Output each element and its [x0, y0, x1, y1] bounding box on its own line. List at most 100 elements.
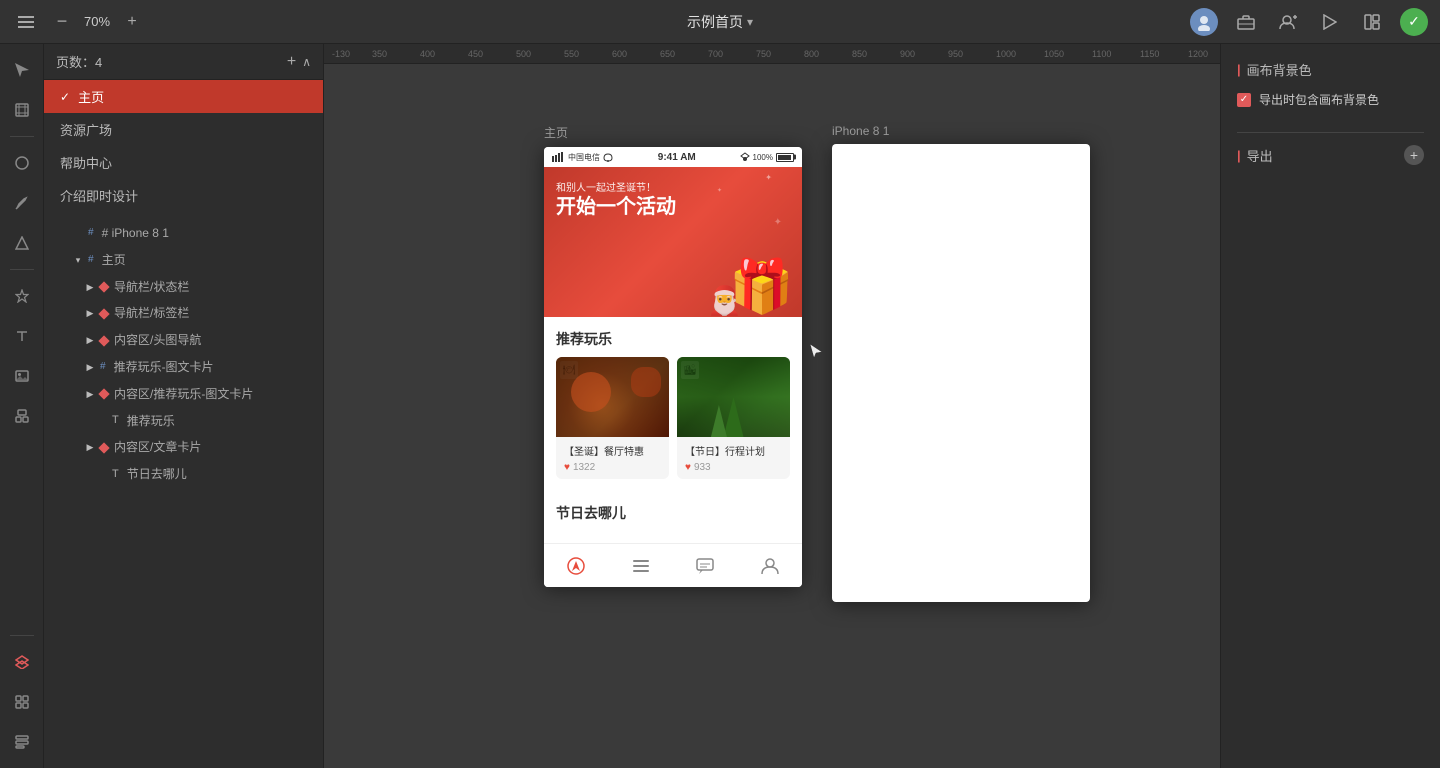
check-button[interactable]: ✓	[1400, 8, 1428, 36]
canvas-bg-section-label: 画布背景色	[1237, 60, 1424, 79]
zoom-value: 70%	[84, 14, 110, 29]
canvas-content: 主页 中国电信 9:41 AM 100%	[324, 64, 1220, 768]
phone-body: 推荐玩乐 🍽	[544, 317, 802, 587]
tool-separator-3	[10, 635, 34, 636]
layer-text-recommend[interactable]: T 推荐玩乐	[44, 408, 323, 435]
layout-icon[interactable]	[1358, 8, 1386, 36]
top-bar: − 70% + 示例首页 ▾ ✓	[0, 0, 1440, 44]
status-bar-left: 中国电信	[552, 152, 614, 163]
iphone-frame-container: iPhone 8 1	[832, 124, 1090, 602]
layer-main-label: 主页	[102, 252, 126, 269]
layer-main-frame[interactable]: ▾ # 主页	[44, 247, 323, 274]
hero-title: 开始一个活动	[556, 195, 676, 219]
export-row: 导出 +	[1237, 145, 1424, 165]
nav-icon-chat[interactable]	[695, 556, 715, 576]
page-resource-label: 资源广场	[60, 120, 112, 139]
layer-iphone-label: # iPhone 8 1	[102, 225, 169, 242]
bottom-nav	[544, 543, 802, 587]
expand-nav-status: ▶	[84, 281, 96, 294]
layer-content-article[interactable]: ▶ 内容区/文章卡片	[44, 434, 323, 461]
nav-icon-profile[interactable]	[760, 556, 780, 576]
right-panel: 画布背景色 ✓ 导出时包含画布背景色 导出 +	[1220, 44, 1440, 768]
panel-divider	[1237, 132, 1424, 133]
page-item-intro[interactable]: 介绍即时设计	[44, 179, 323, 212]
nav-icon-explore[interactable]	[566, 556, 586, 576]
top-bar-left: − 70% +	[0, 8, 158, 36]
title-dropdown-icon[interactable]: ▾	[747, 15, 753, 29]
add-person-icon[interactable]	[1274, 8, 1302, 36]
cursor	[810, 344, 824, 362]
section1-title: 推荐玩乐	[544, 317, 802, 357]
frame-type-icon-main: #	[88, 253, 94, 267]
layer-text-holiday-label: 节日去哪儿	[127, 466, 187, 483]
tool-assets[interactable]	[4, 684, 40, 720]
page-title: 示例首页 ▾	[687, 12, 753, 32]
expand-content-hero: ▶	[84, 334, 96, 347]
layers-header-actions: + ∧	[287, 53, 311, 71]
tool-ellipse[interactable]	[4, 145, 40, 181]
briefcase-icon[interactable]	[1232, 8, 1260, 36]
diamond-icon-2	[98, 308, 109, 319]
layer-text-holiday[interactable]: T 节日去哪儿	[44, 461, 323, 488]
tool-move[interactable]	[4, 52, 40, 88]
layer-content-cards-label: 推荐玩乐-图文卡片	[114, 359, 214, 376]
card-1[interactable]: 🍽 【圣诞】餐厅特惠 ♥	[556, 357, 669, 479]
page-intro-label: 介绍即时设计	[60, 186, 138, 205]
tool-triangle[interactable]	[4, 225, 40, 261]
collapse-pages-button[interactable]: ∧	[302, 55, 311, 69]
page-item-home[interactable]: ✓ 主页	[44, 80, 323, 113]
play-icon[interactable]	[1316, 8, 1344, 36]
diamond-icon	[98, 281, 109, 292]
layer-text-recommend-label: 推荐玩乐	[127, 413, 175, 430]
layer-content-cards[interactable]: ▶ # 推荐玩乐-图文卡片	[44, 354, 323, 381]
add-export-button[interactable]: +	[1404, 145, 1424, 165]
layer-nav-tab[interactable]: ▶ 导航栏/标签栏	[44, 300, 323, 327]
status-carrier: 中国电信	[568, 152, 600, 163]
layer-content-hero[interactable]: ▶ 内容区/头图导航	[44, 327, 323, 354]
page-item-help[interactable]: 帮助中心	[44, 146, 323, 179]
top-bar-center: 示例首页 ▾	[687, 12, 753, 32]
menu-icon[interactable]	[12, 8, 40, 36]
minus-button[interactable]: −	[48, 8, 76, 36]
card-2-likes: ♥ 933	[685, 462, 782, 473]
tool-component[interactable]	[4, 398, 40, 434]
main-area: 页数：4 + ∧ ✓ 主页 资源广场 帮助中心 介绍即时设计	[0, 44, 1440, 768]
expand-content-cards2: ▶	[84, 388, 96, 401]
expand-content-cards: ▶	[84, 361, 96, 374]
nav-icon-list[interactable]	[631, 556, 651, 576]
card-2-img: 🏙	[677, 357, 790, 437]
heart-icon-2: ♥	[685, 462, 691, 473]
export-checkbox-label: 导出时包含画布背景色	[1259, 91, 1379, 108]
tool-separator-2	[10, 269, 34, 270]
iphone-frame-label: iPhone 8 1	[832, 124, 1090, 138]
phone-main: 中国电信 9:41 AM 100%	[544, 147, 802, 587]
card-2-info: 【节日】行程计划 ♥ 933	[677, 437, 790, 479]
add-page-button[interactable]: +	[287, 53, 296, 71]
page-item-resource[interactable]: 资源广场	[44, 113, 323, 146]
tool-pen[interactable]	[4, 185, 40, 221]
tool-star[interactable]	[4, 278, 40, 314]
tool-history[interactable]	[4, 724, 40, 760]
card-1-likes: ♥ 1322	[564, 462, 661, 473]
frame-type-icon: #	[88, 226, 94, 240]
phone-status-bar: 中国电信 9:41 AM 100%	[544, 147, 802, 167]
card-1-img: 🍽	[556, 357, 669, 437]
pages-count: 页数：4	[56, 52, 102, 71]
layer-nav-status[interactable]: ▶ 导航栏/状态栏	[44, 274, 323, 301]
battery-icon	[776, 153, 794, 162]
expand-content-article: ▶	[84, 441, 96, 454]
text-type-icon-2: T	[112, 467, 119, 482]
layer-content-cards2[interactable]: ▶ 内容区/推荐玩乐-图文卡片	[44, 381, 323, 408]
card-2[interactable]: 🏙 【节日】行程计划 ♥ 933	[677, 357, 790, 479]
snowman-icon: 🎅	[707, 287, 742, 315]
export-checkbox[interactable]: ✓	[1237, 93, 1251, 107]
canvas-area[interactable]: -130 350 400 450 500 550 600 650 700 750…	[324, 44, 1220, 768]
tool-text[interactable]	[4, 318, 40, 354]
plus-button[interactable]: +	[118, 8, 146, 36]
star-2: ✦	[717, 187, 722, 194]
tool-layers[interactable]	[4, 644, 40, 680]
avatar[interactable]	[1190, 8, 1218, 36]
tool-image[interactable]	[4, 358, 40, 394]
tool-frame[interactable]	[4, 92, 40, 128]
layer-iphone-frame[interactable]: # # iPhone 8 1	[44, 220, 323, 247]
